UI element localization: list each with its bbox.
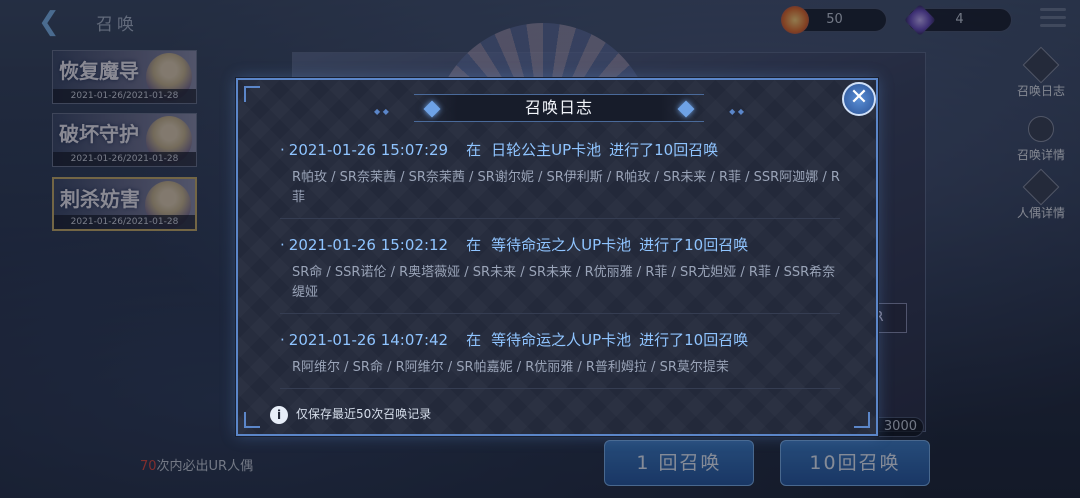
- summon-record: · 2021-01-26 15:07:29 在日轮公主UP卡池 进行了10回召唤 R帕…: [280, 138, 840, 219]
- corner-ornament: [244, 412, 260, 428]
- record-header: · 2021-01-26 14:07:42 在等待命运之人UP卡池 进行了10回召唤: [280, 328, 840, 352]
- record-at: 在: [466, 141, 482, 159]
- corner-ornament: [244, 86, 260, 102]
- summon-log-dialog: ◆ ◆ 召唤日志 ◆ ◆ ✕ · 2021-01-26 15:07:29 在日轮公主…: [236, 78, 878, 436]
- dialog-title: 召唤日志: [524, 98, 593, 117]
- summon-record: · 2021-01-26 15:02:12 在等待命运之人UP卡池 进行了10回召唤 …: [280, 233, 840, 314]
- record-at: 在: [466, 331, 482, 349]
- bullet-icon: ·: [280, 236, 285, 254]
- corner-ornament: [854, 412, 870, 428]
- record-items: R阿维尔 / SR命 / R阿维尔 / SR帕嘉妮 / R优丽雅 / R普利姆拉…: [292, 360, 729, 375]
- notice: i 仅保存最近50次召唤记录: [270, 404, 431, 424]
- record-time: 2021-01-26 15:07:29: [288, 141, 449, 159]
- bullet-icon: ·: [280, 331, 285, 349]
- header-dots-decoration: ◆ ◆: [374, 107, 389, 116]
- summon-record-list[interactable]: · 2021-01-26 15:07:29 在日轮公主UP卡池 进行了10回召唤 R帕…: [280, 138, 840, 392]
- record-action: 进行了10回召唤: [609, 141, 719, 159]
- notice-text: 仅保存最近50次召唤记录: [296, 407, 432, 421]
- record-pool: 等待命运之人UP卡池: [491, 331, 632, 349]
- record-header: · 2021-01-26 15:02:12 在等待命运之人UP卡池 进行了10回召唤: [280, 233, 840, 257]
- record-action: 进行了10回召唤: [639, 331, 749, 349]
- record-at: 在: [466, 236, 482, 254]
- header-dots-decoration: ◆ ◆: [729, 107, 744, 116]
- record-items: R帕玫 / SR奈茉茜 / SR奈茉茜 / SR谢尔妮 / SR伊利斯 / R帕…: [292, 170, 840, 205]
- dialog-header: ◆ ◆ 召唤日志 ◆ ◆: [374, 94, 744, 122]
- bullet-icon: ·: [280, 141, 285, 159]
- record-time: 2021-01-26 15:02:12: [288, 236, 449, 254]
- record-pool: 日轮公主UP卡池: [491, 141, 602, 159]
- record-header: · 2021-01-26 15:07:29 在日轮公主UP卡池 进行了10回召唤: [280, 138, 840, 162]
- summon-record: · 2021-01-26 14:07:42 在等待命运之人UP卡池 进行了10回召唤 …: [280, 328, 840, 389]
- record-action: 进行了10回召唤: [639, 236, 749, 254]
- record-items: SR命 / SSR诺伦 / R奥塔薇娅 / SR未来 / SR未来 / R优丽雅…: [292, 265, 836, 300]
- record-time: 2021-01-26 14:07:42: [288, 331, 449, 349]
- info-icon: i: [270, 405, 288, 424]
- record-pool: 等待命运之人UP卡池: [491, 236, 632, 254]
- close-x-icon[interactable]: ✕: [842, 82, 876, 116]
